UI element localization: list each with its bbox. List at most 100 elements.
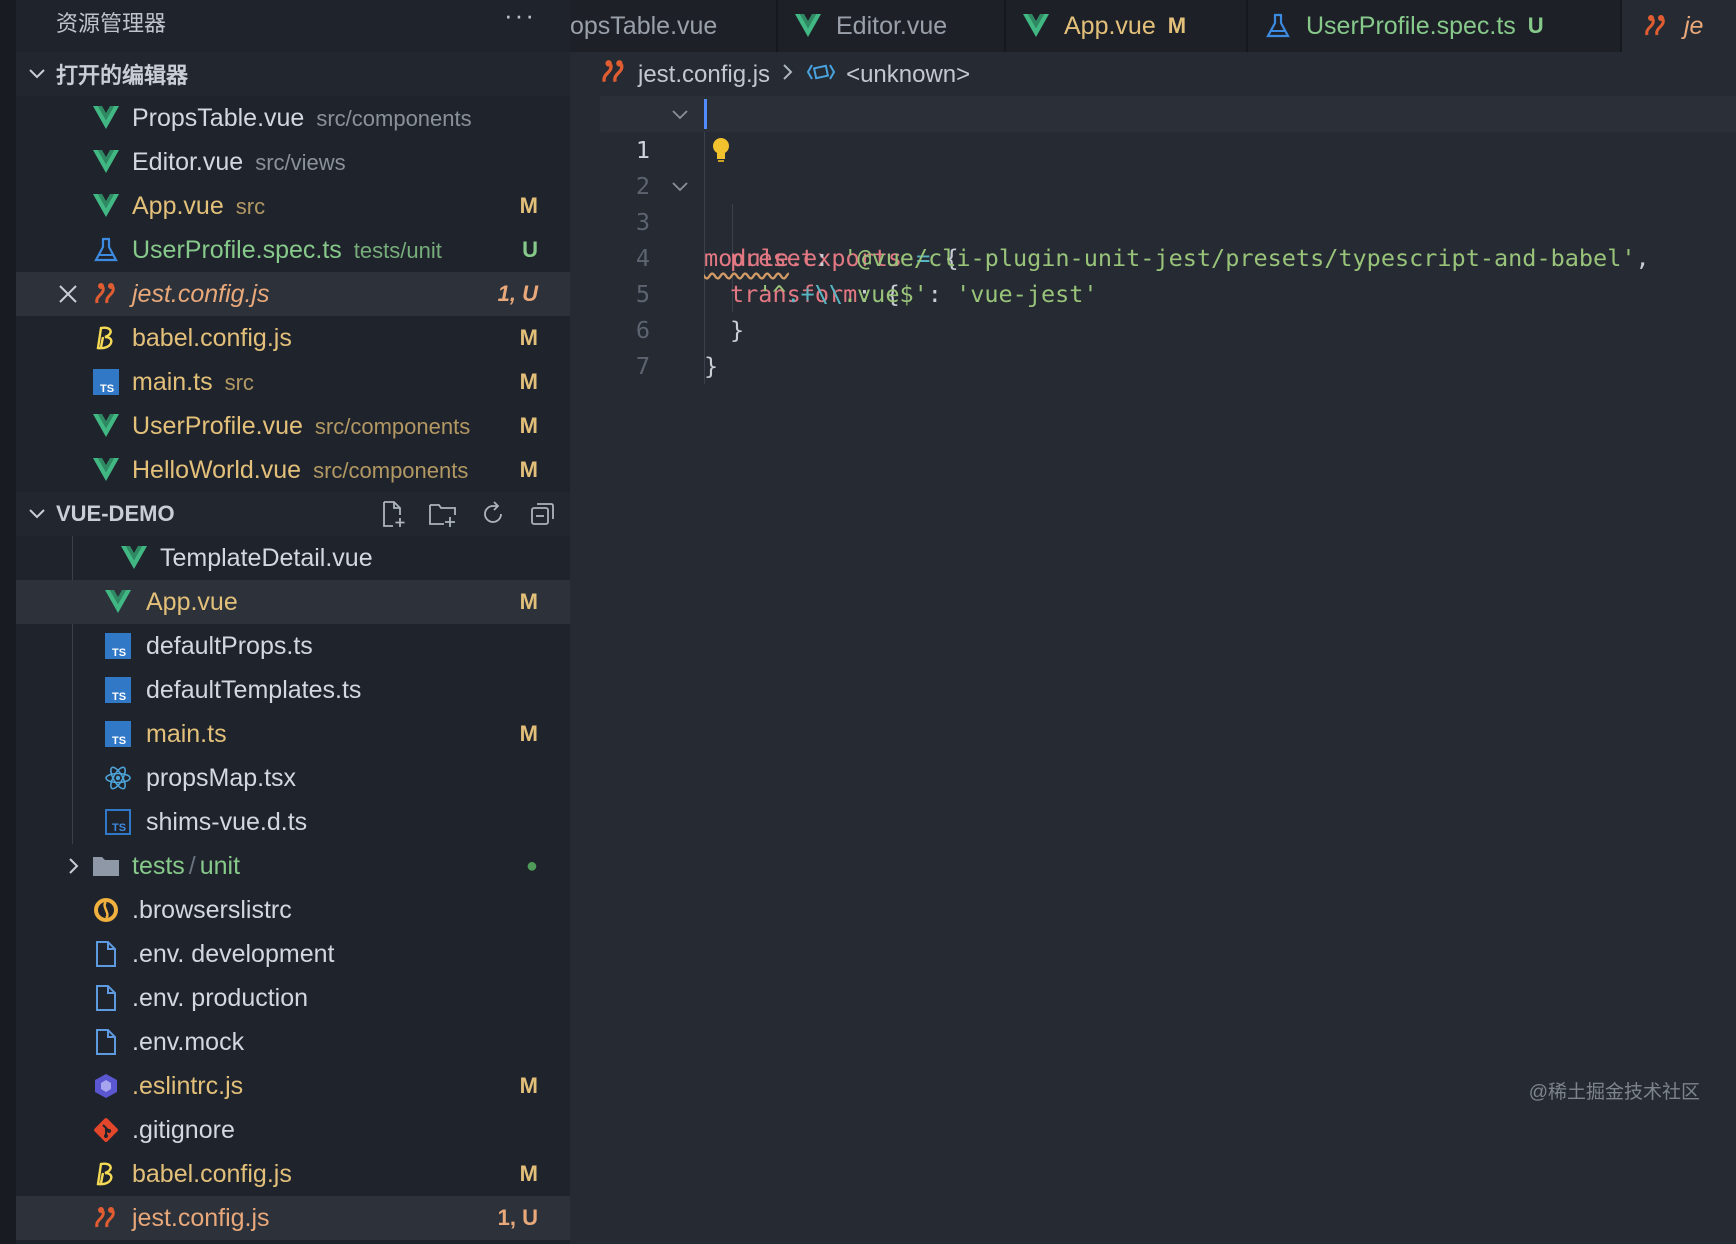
code-editor[interactable]: 1 module.exports = { 2 preset: '@vue/cli… <box>600 96 1736 1196</box>
close-icon[interactable] <box>56 282 80 306</box>
file-tree-item[interactable]: .browserslistrc <box>16 888 570 932</box>
open-editor-item[interactable]: UserProfile.spec.ts tests/unit U <box>16 228 570 272</box>
code-line[interactable]: 7 <box>600 312 1736 380</box>
file-label: .env.mock <box>132 1028 245 1056</box>
file-label: .browserslistrc <box>132 896 292 924</box>
svg-text:TS: TS <box>112 647 126 659</box>
open-editor-label: UserProfile.vue src/components <box>132 412 471 440</box>
open-editor-item[interactable]: babel.config.js M <box>16 316 570 360</box>
watermark: @稀土掘金技术社区 <box>1528 1082 1700 1103</box>
file-tree-item-active[interactable]: jest.config.js 1, U <box>16 1196 570 1240</box>
code-line[interactable]: 2 preset: '@vue/cli-plugin-unit-jest/pre… <box>600 132 1736 272</box>
breadcrumb-file[interactable]: jest.config.js <box>638 61 770 89</box>
vue-icon <box>794 12 822 40</box>
new-file-icon[interactable] <box>378 499 408 529</box>
file-label: shims-vue.d.ts <box>146 808 308 836</box>
file-tree-item[interactable]: propsMap.tsx <box>16 756 570 800</box>
more-actions-button[interactable]: ··· <box>504 0 536 31</box>
file-tree-item[interactable]: .gitignore <box>16 1108 570 1152</box>
file-label: propsMap.tsx <box>146 764 297 792</box>
tab-label: opsTable.vue <box>570 11 718 40</box>
file-label: babel.config.js <box>132 1160 292 1188</box>
file-label: main.ts <box>146 720 227 748</box>
file-label: TemplateDetail.vue <box>160 544 373 572</box>
git-status-badge: M <box>519 193 538 218</box>
fold-chevron-icon[interactable] <box>670 176 690 196</box>
tab-editor[interactable]: Editor.vue <box>778 0 1006 52</box>
file-tree-item[interactable]: TS shims-vue.d.ts <box>16 800 570 844</box>
tab-label: Editor.vue <box>836 11 948 40</box>
file-tree-item[interactable]: TemplateDetail.vue <box>16 536 570 580</box>
file-tree-item[interactable]: .env. development <box>16 932 570 976</box>
react-icon <box>104 764 132 792</box>
code-line[interactable]: 3 transform: { <box>600 168 1736 308</box>
tab-propstable[interactable]: opsTable.vue <box>570 0 778 52</box>
babel-icon <box>92 324 120 352</box>
open-editors-header[interactable]: 打开的编辑器 <box>16 52 570 96</box>
open-editor-item[interactable]: PropsTable.vue src/components <box>16 96 570 140</box>
file-tree-item[interactable]: .env. production <box>16 976 570 1020</box>
file-label: .env. development <box>132 940 335 968</box>
open-editor-label: jest.config.js <box>132 280 270 308</box>
line-number: 7 <box>635 352 650 380</box>
breadcrumb: jest.config.js <unknown> <box>600 52 970 98</box>
vue-icon <box>92 104 120 132</box>
vue-icon <box>1022 12 1050 40</box>
fold-chevron-icon[interactable] <box>670 104 690 124</box>
folder-label: tests / unit <box>132 852 241 880</box>
collapse-all-icon[interactable] <box>528 499 558 529</box>
jest-icon <box>92 280 120 308</box>
file-tree-item[interactable]: babel.config.js M <box>16 1152 570 1196</box>
file-tree-item[interactable]: .env.mock <box>16 1020 570 1064</box>
refresh-icon[interactable] <box>478 499 508 529</box>
git-status-badge: M <box>519 457 538 482</box>
file-icon <box>92 984 120 1012</box>
file-tree-item[interactable]: TS defaultTemplates.ts <box>16 668 570 712</box>
git-status-badge: 1, U <box>497 1205 538 1230</box>
code-line[interactable]: 6 } <box>600 276 1736 380</box>
open-editor-item[interactable]: TS main.ts src M <box>16 360 570 404</box>
git-status-badge: M <box>519 721 538 746</box>
file-label: .eslintrc.js <box>132 1072 244 1100</box>
chevron-right-icon <box>780 61 796 89</box>
code-line[interactable]: 1 module.exports = { <box>600 96 1736 272</box>
open-editor-item[interactable]: App.vue src M <box>16 184 570 228</box>
chevron-down-icon <box>29 509 45 519</box>
code-line[interactable]: 5 } <box>600 240 1736 344</box>
open-editor-item[interactable]: UserProfile.vue src/components M <box>16 404 570 448</box>
tab-app[interactable]: App.vue M <box>1006 0 1248 52</box>
vue-icon <box>92 412 120 440</box>
jest-icon <box>1642 12 1670 40</box>
typescript-definition-icon: TS <box>104 808 132 836</box>
tab-userprofile-spec[interactable]: UserProfile.spec.ts U <box>1248 0 1622 52</box>
git-status-badge: M <box>519 1073 538 1098</box>
project-section-header[interactable]: VUE-DEMO <box>16 492 570 536</box>
file-tree-item[interactable]: .eslintrc.js M <box>16 1064 570 1108</box>
new-folder-icon[interactable] <box>428 499 458 529</box>
open-editor-item-active[interactable]: jest.config.js 1, U <box>16 272 570 316</box>
svg-text:TS: TS <box>112 822 126 834</box>
breadcrumb-symbol[interactable]: <unknown> <box>846 61 970 89</box>
explorer-toolbar <box>378 492 558 536</box>
open-editor-item[interactable]: Editor.vue src/views <box>16 140 570 184</box>
code-line[interactable]: 4 '^.+\\.vue$': 'vue-jest' <box>600 204 1736 308</box>
file-tree-item[interactable]: App.vue M <box>16 580 570 624</box>
tab-jest-config-active[interactable]: je <box>1622 0 1736 52</box>
open-editor-item[interactable]: HelloWorld.vue src/components M <box>16 448 570 492</box>
text-cursor <box>704 99 707 129</box>
open-editor-label: PropsTable.vue src/components <box>132 104 472 132</box>
test-flask-icon <box>92 236 120 264</box>
jest-icon <box>600 58 628 93</box>
file-tree-item[interactable]: TS main.ts M <box>16 712 570 756</box>
open-editor-label: babel.config.js <box>132 324 292 352</box>
git-status-badge: 1, U <box>497 281 538 306</box>
file-tree-item[interactable]: TS defaultProps.ts <box>16 624 570 668</box>
git-status-badge: M <box>519 325 538 350</box>
file-label: jest.config.js <box>132 1204 270 1232</box>
typescript-icon: TS <box>92 368 120 396</box>
explorer-sidebar: 资源管理器 ··· 打开的编辑器 PropsTable.vue src/compo… <box>0 0 570 1244</box>
tab-label: App.vue <box>1064 11 1156 40</box>
folder-item[interactable]: tests / unit ● <box>16 844 570 888</box>
browserslist-icon <box>92 896 120 924</box>
lightbulb-icon[interactable] <box>710 136 732 164</box>
